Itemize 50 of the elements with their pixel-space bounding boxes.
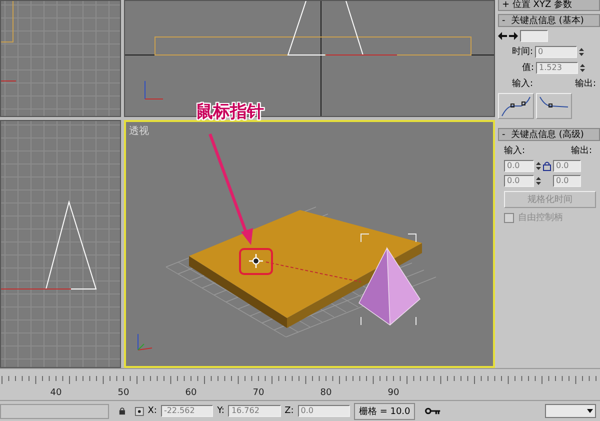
tangent-field[interactable]: 0.0 xyxy=(553,160,581,172)
coordinate-field[interactable]: -22.562 xyxy=(160,405,214,417)
value-field[interactable]: 1.523 xyxy=(536,62,578,74)
axis-label: X: xyxy=(148,406,157,416)
axis-icon xyxy=(1,80,16,82)
previous-key-icon[interactable] xyxy=(498,32,507,40)
axis-icon xyxy=(138,334,152,350)
selection-icon[interactable] xyxy=(134,406,144,416)
cursor-icon xyxy=(249,254,263,268)
annotation-text: 鼠标指针 xyxy=(196,101,264,123)
time-label: 时间: xyxy=(512,46,534,58)
tangent-field[interactable]: 0.0 xyxy=(553,175,581,187)
dropdown-field[interactable] xyxy=(544,404,596,418)
ruler-label: 80 xyxy=(320,388,332,398)
in-tangent-button[interactable] xyxy=(498,93,534,119)
key-icon[interactable] xyxy=(425,406,442,416)
in-label: 输入: xyxy=(512,78,534,90)
spinner-icon[interactable] xyxy=(536,161,541,171)
tangent-field[interactable]: 0.0 xyxy=(504,175,534,187)
ruler-label: 90 xyxy=(388,388,400,398)
time-field[interactable]: 0 xyxy=(535,46,578,58)
value-label: 值: xyxy=(522,62,534,74)
box-outline xyxy=(1,1,14,42)
ruler-label: 40 xyxy=(50,388,62,398)
viewport[interactable]: 透视 xyxy=(124,120,495,368)
ruler-label: 70 xyxy=(252,388,264,398)
lock-icon[interactable] xyxy=(118,406,125,416)
rollout-header[interactable]: - 关键点信息 (基本) xyxy=(498,14,600,27)
rollout-header[interactable]: - 关键点信息 (高级) xyxy=(498,128,600,141)
ruler-label: 60 xyxy=(185,388,197,398)
tangent-field[interactable]: 0.0 xyxy=(504,160,534,172)
out-label: 输出: xyxy=(570,144,592,157)
axis-label: Y: xyxy=(217,406,224,416)
key-number-field[interactable] xyxy=(520,30,548,42)
grid-size-text: 栅格 = 10.0 xyxy=(354,402,416,420)
out-label: 输出: xyxy=(574,78,596,90)
axis-icon xyxy=(144,80,164,100)
coordinate-field[interactable]: 0.0 xyxy=(298,405,350,417)
highlight-box xyxy=(239,248,273,275)
in-label: 输入: xyxy=(504,144,526,157)
viewport-label[interactable]: 透视 xyxy=(129,124,149,138)
lock-icon[interactable] xyxy=(543,161,551,171)
caret-icon[interactable] xyxy=(587,409,593,413)
out-tangent-button[interactable] xyxy=(536,93,572,119)
axis-label: Z: xyxy=(284,406,294,416)
ruler-label: 50 xyxy=(118,388,130,398)
next-key-icon[interactable] xyxy=(509,32,518,40)
spinner-icon[interactable] xyxy=(536,176,541,186)
free-handle-label: 自由控制柄 xyxy=(518,212,563,224)
coordinate-field[interactable]: 16.762 xyxy=(228,405,281,417)
